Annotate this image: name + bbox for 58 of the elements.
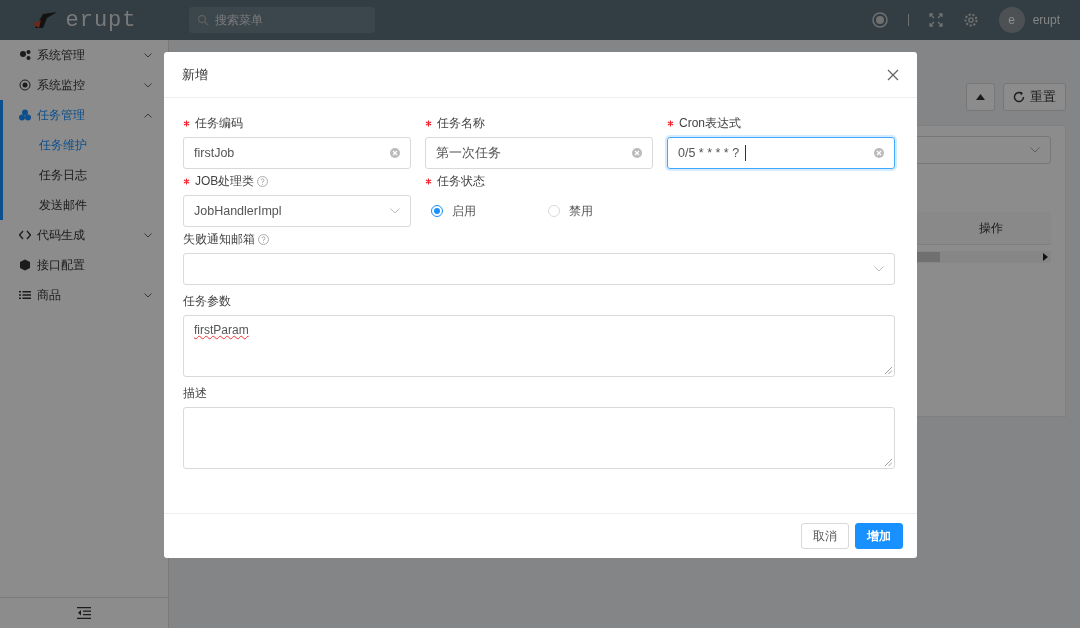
settings-icon[interactable] (962, 12, 979, 28)
reset-button[interactable]: 重置 (1003, 83, 1066, 111)
sidebar-item[interactable]: 系统监控 (0, 70, 168, 100)
column-header: 操作 (978, 219, 1004, 237)
field-label: Cron表达式 (679, 114, 741, 132)
resize-handle-icon[interactable] (885, 367, 892, 374)
clear-icon[interactable] (874, 148, 884, 158)
triangle-up-icon (976, 94, 985, 100)
refresh-icon (1013, 91, 1025, 103)
select-field[interactable] (183, 253, 895, 285)
clear-icon[interactable] (632, 148, 642, 158)
chevron-down-icon (144, 52, 152, 58)
field-label: 任务编码 (195, 114, 243, 132)
record-icon[interactable] (871, 12, 888, 28)
user-name[interactable]: erupt (1032, 13, 1060, 27)
menu-icon (19, 259, 31, 271)
chevron-up-icon (144, 112, 152, 118)
chevron-down-icon (144, 232, 152, 238)
submit-button[interactable]: 增加 (855, 523, 903, 549)
field-label: 任务状态 (437, 172, 485, 190)
close-icon[interactable] (887, 68, 899, 81)
text-area[interactable]: firstParam (183, 315, 895, 377)
text-area[interactable] (183, 407, 895, 469)
radio-option[interactable]: 启用 (431, 202, 476, 220)
menu-icon (19, 229, 31, 241)
scroll-right-icon[interactable] (1043, 253, 1048, 261)
chevron-down-icon (1030, 147, 1040, 153)
logo-text: erupt (65, 7, 137, 33)
clear-icon[interactable] (390, 148, 400, 158)
chevron-down-icon (874, 266, 884, 272)
sidebar-item[interactable]: 商品 (0, 280, 168, 310)
chevron-down-icon (144, 292, 152, 298)
radio-option[interactable]: 禁用 (548, 202, 593, 220)
field-label: JOB处理类 (195, 172, 255, 190)
search-icon (197, 14, 209, 26)
field-label: 失败通知邮箱 (183, 230, 255, 248)
resize-handle-icon[interactable] (885, 459, 892, 466)
collapse-menu-icon[interactable] (77, 607, 91, 619)
text-field[interactable]: firstJob (183, 137, 411, 169)
select-field[interactable]: JobHandlerImpl (183, 195, 411, 227)
chevron-down-icon (390, 208, 400, 214)
chevron-down-icon (144, 82, 152, 88)
field-label: 描述 (183, 384, 207, 402)
fullscreen-icon[interactable] (928, 13, 943, 27)
menu-icon (19, 109, 31, 121)
collapse-button[interactable] (966, 83, 995, 111)
menu-icon (19, 49, 31, 61)
text-field[interactable]: 0/5 * * * * ? (667, 137, 895, 169)
text-field[interactable]: 第一次任务 (425, 137, 653, 169)
field-label: 任务参数 (183, 292, 231, 310)
menu-icon (19, 79, 31, 91)
menu-icon (19, 289, 31, 301)
dialog-title: 新增 (182, 65, 208, 84)
sidebar-item[interactable]: 接口配置 (0, 250, 168, 280)
field-label: 任务名称 (437, 114, 485, 132)
cancel-button[interactable]: 取消 (801, 523, 849, 549)
sidebar-item[interactable]: 代码生成 (0, 220, 168, 250)
sidebar-item[interactable]: 系统管理 (0, 40, 168, 70)
